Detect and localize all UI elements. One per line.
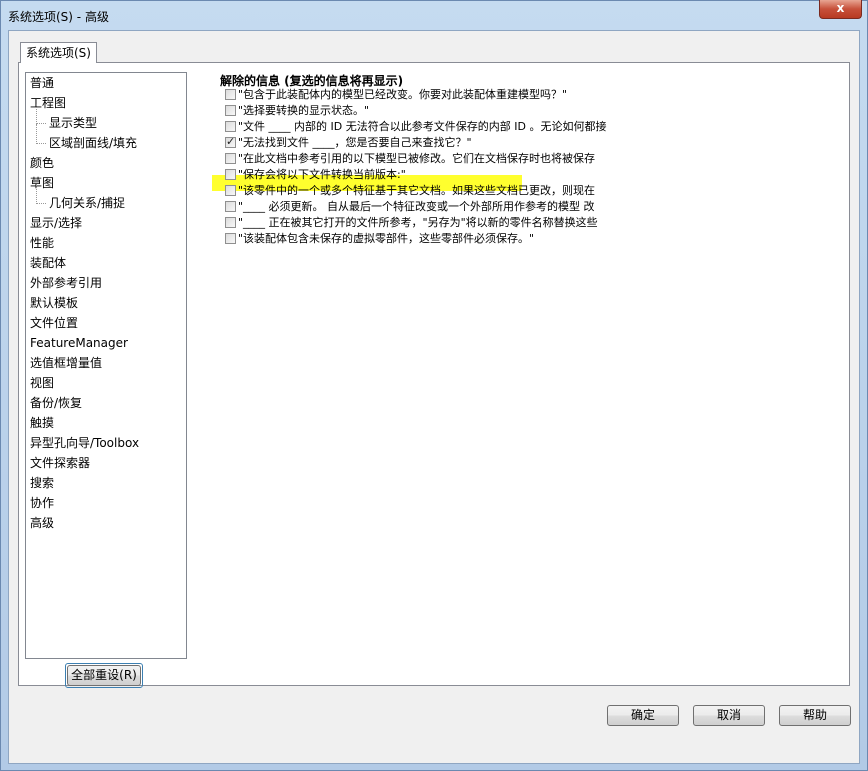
tree-item-label: 草图 [30, 176, 55, 190]
tree-connector [36, 123, 46, 124]
tree-item-label: 显示类型 [49, 116, 98, 130]
tree-item[interactable]: 工程图 [26, 94, 186, 114]
message-text: "____ 正在被其它打开的文件所参考，"另存为"将以新的零件名称替换这些 [238, 216, 598, 229]
message-row[interactable]: "选择要转换的显示状态。" [225, 103, 628, 119]
message-row[interactable]: "文件 ____ 内部的 ID 无法符合以此参考文件保存的内部 ID 。无论如何… [225, 119, 628, 135]
message-checkbox[interactable] [225, 185, 236, 196]
tree-item-label: 外部参考引用 [30, 276, 103, 290]
message-checkbox[interactable] [225, 233, 236, 244]
message-text: "选择要转换的显示状态。" [238, 104, 370, 117]
tree-item[interactable]: 异型孔向导/Toolbox [26, 434, 186, 454]
tree-item[interactable]: 选值框增量值 [26, 354, 186, 374]
tree-item-label: 搜索 [30, 476, 55, 490]
message-checkbox[interactable] [225, 89, 236, 100]
message-text: "在此文档中参考引用的以下模型已被修改。它们在文档保存时也将被保存 [238, 152, 596, 165]
message-checkbox[interactable] [225, 153, 236, 164]
tree-item-label: 备份/恢复 [30, 396, 83, 410]
message-row[interactable]: "____ 必须更新。 自从最后一个特征改变或一个外部所用作参考的模型 改 [225, 199, 628, 215]
tree-item[interactable]: 文件位置 [26, 314, 186, 334]
message-checkbox[interactable] [225, 217, 236, 228]
tree-item[interactable]: 颜色 [26, 154, 186, 174]
tree-item[interactable]: 文件探索器 [26, 454, 186, 474]
tree-item[interactable]: 备份/恢复 [26, 394, 186, 414]
tree-item[interactable]: 显示类型 [26, 104, 186, 134]
tree-connector [36, 143, 46, 144]
tree-item[interactable]: 显示/选择 [26, 214, 186, 234]
tree-item[interactable]: 装配体 [26, 254, 186, 274]
ok-button[interactable]: 确定 [607, 705, 679, 726]
dismissed-messages-list: "包含于此装配体内的模型已经改变。你要对此装配体重建模型吗？" "选择要转换的显示… [225, 87, 628, 247]
tree-item[interactable]: 默认模板 [26, 294, 186, 314]
tree-item-label: 文件探索器 [30, 456, 91, 470]
tree-connector [36, 124, 37, 144]
tree-item-label: 显示/选择 [30, 216, 83, 230]
tab-system-options[interactable]: 系统选项(S) [20, 42, 97, 63]
message-row[interactable]: "无法找到文件 ____，您是否要自己来查找它？" [225, 134, 628, 151]
tree-item-label: 高级 [30, 516, 55, 530]
tab-panel: 普通工程图显示类型区域剖面线/填充颜色草图几何关系/捕捉显示/选择性能装配体外部… [18, 62, 850, 688]
tree-item-label: 几何关系/捕捉 [49, 196, 126, 210]
message-row[interactable]: "____ 正在被其它打开的文件所参考，"另存为"将以新的零件名称替换这些 [225, 215, 628, 231]
message-checkbox[interactable] [225, 134, 236, 149]
window-title: 系统选项(S) - 高级 [8, 10, 109, 24]
tree-item[interactable]: 外部参考引用 [26, 274, 186, 294]
tree-item-label: FeatureManager [30, 336, 128, 350]
title-bar[interactable]: 系统选项(S) - 高级 x [1, 0, 867, 29]
tree-item[interactable]: 视图 [26, 374, 186, 394]
tree-item[interactable]: 普通 [26, 74, 186, 94]
dialog-window: 系统选项(S) - 高级 x 系统选项(S) 普通工程图显示类型区域剖面线/填充… [0, 0, 868, 771]
close-button[interactable]: x [819, 0, 862, 19]
message-row[interactable]: "在此文档中参考引用的以下模型已被修改。它们在文档保存时也将被保存 [225, 151, 628, 167]
tree-item-label: 异型孔向导/Toolbox [30, 436, 140, 450]
cancel-button[interactable]: 取消 [693, 705, 765, 726]
message-row[interactable]: "保存会将以下文件转换当前版本:" [225, 167, 628, 183]
tree-item-label: 选值框增量值 [30, 356, 103, 370]
message-checkbox[interactable] [225, 121, 236, 132]
help-button[interactable]: 帮助 [779, 705, 851, 726]
message-checkbox[interactable] [225, 201, 236, 212]
options-tree[interactable]: 普通工程图显示类型区域剖面线/填充颜色草图几何关系/捕捉显示/选择性能装配体外部… [25, 72, 187, 659]
tree-item[interactable]: 高级 [26, 514, 186, 534]
tree-item[interactable]: 触摸 [26, 414, 186, 434]
message-text: "包含于此装配体内的模型已经改变。你要对此装配体重建模型吗？" [238, 88, 568, 101]
tree-item[interactable]: 区域剖面线/填充 [26, 124, 186, 154]
tree-item[interactable]: 协作 [26, 494, 186, 514]
message-text: "保存会将以下文件转换当前版本:" [238, 168, 406, 181]
message-row[interactable]: "包含于此装配体内的模型已经改变。你要对此装配体重建模型吗？" [225, 87, 628, 103]
message-text: "该零件中的一个或多个特征基于其它文档。如果这些文档已更改，则现在 [238, 184, 596, 197]
message-checkbox[interactable] [225, 105, 236, 116]
tree-item[interactable]: 性能 [26, 234, 186, 254]
tree-item[interactable]: 几何关系/捕捉 [26, 184, 186, 214]
tree-item-label: 文件位置 [30, 316, 79, 330]
tree-item-label: 协作 [30, 496, 55, 510]
tree-connector [36, 203, 46, 204]
tree-connector [36, 184, 37, 204]
tree-item-label: 触摸 [30, 416, 55, 430]
tree-item-label: 性能 [30, 236, 55, 250]
tree-item-label: 普通 [30, 76, 55, 90]
message-checkbox[interactable] [225, 169, 236, 180]
tree-item-label: 装配体 [30, 256, 67, 270]
tree-item-label: 颜色 [30, 156, 55, 170]
tree-item-label: 区域剖面线/填充 [49, 136, 138, 150]
tree-item-label: 默认模板 [30, 296, 79, 310]
tree-item-label: 视图 [30, 376, 55, 390]
tree-item[interactable]: FeatureManager [26, 334, 186, 354]
reset-all-button[interactable]: 全部重设(R) [67, 665, 141, 686]
message-text: "无法找到文件 ____，您是否要自己来查找它？" [238, 136, 472, 149]
message-text: "____ 必须更新。 自从最后一个特征改变或一个外部所用作参考的模型 改 [238, 200, 595, 213]
message-row[interactable]: "该装配体包含未保存的虚拟零部件，这些零部件必须保存。" [225, 231, 628, 247]
tree-item[interactable]: 草图 [26, 174, 186, 194]
message-text: "文件 ____ 内部的 ID 无法符合以此参考文件保存的内部 ID 。无论如何… [238, 120, 607, 133]
close-icon: x [836, 1, 845, 15]
tree-item[interactable]: 搜索 [26, 474, 186, 494]
dialog-client-area: 系统选项(S) 普通工程图显示类型区域剖面线/填充颜色草图几何关系/捕捉显示/选… [8, 30, 860, 764]
message-text: "该装配体包含未保存的虚拟零部件，这些零部件必须保存。" [238, 232, 535, 245]
message-row[interactable]: "该零件中的一个或多个特征基于其它文档。如果这些文档已更改，则现在 [225, 183, 628, 199]
